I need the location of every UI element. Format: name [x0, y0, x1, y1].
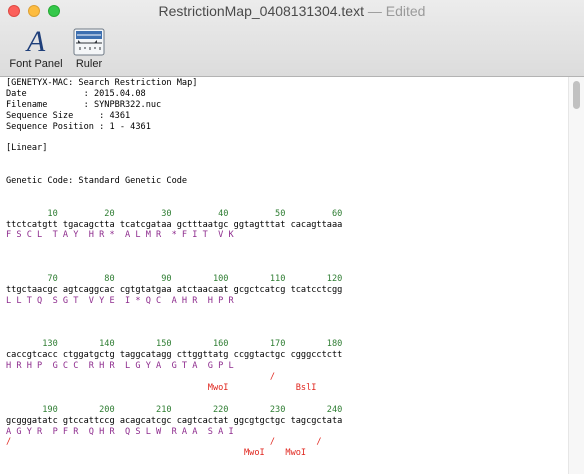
window-title-separator: —	[367, 3, 382, 19]
position-ruler-line: 70 80 90 100 110 120	[6, 274, 343, 285]
position-ruler-line: 10 20 30 40 50 60	[6, 208, 343, 219]
ruler-label: Ruler	[75, 58, 103, 70]
amino-acid-line: F S C L T A Y H R * A L M R * F I T V K	[6, 230, 234, 241]
text-editor-window: RestrictionMap_0408131304.text — Edited …	[0, 0, 584, 474]
text-line	[6, 154, 342, 165]
text-line: Sequence Position : 1 - 4361	[6, 121, 151, 132]
text-line: ttctcatgtt tgacagctta tcatcgataa gctttaa…	[6, 219, 343, 230]
vertical-scrollbar[interactable]	[568, 77, 584, 474]
text-line: [GENETYX-MAC: Search Restriction Map]	[6, 78, 198, 88]
text-line	[6, 252, 342, 263]
text-line: Genetic Code: Standard Genetic Code	[6, 176, 188, 187]
text-line	[6, 328, 342, 339]
text-line	[6, 198, 342, 209]
font-panel-icon: A	[26, 25, 46, 58]
amino-acid-line: A G Y R P F R Q H R Q S L W R A A S A I	[6, 426, 234, 437]
text-line: caccgtcacc ctggatgctg taggcatagg cttggtt…	[6, 350, 343, 361]
text-line: Date : 2015.04.08	[6, 88, 146, 99]
edited-status: Edited	[385, 3, 426, 19]
position-ruler-line: 190 200 210 220 230 240	[6, 404, 343, 415]
text-line: [Linear]	[6, 143, 48, 154]
text-line	[6, 307, 342, 318]
text-line	[6, 165, 342, 176]
font-panel-button[interactable]: A Font Panel	[6, 25, 66, 71]
position-ruler-line: 130 140 150 160 170 180	[6, 339, 343, 350]
text-line	[6, 394, 342, 405]
text-line: Filename : SYNPBR322.nuc	[6, 99, 162, 110]
text-line	[6, 318, 342, 329]
text-line	[6, 263, 342, 274]
ruler-icon	[69, 27, 109, 57]
document-text-area[interactable]: [GENETYX-MAC: Search Restriction Map] Dat…	[0, 77, 568, 474]
text-line	[6, 132, 342, 143]
ruler-button[interactable]: Ruler	[69, 27, 109, 70]
scrollbar-thumb[interactable]	[573, 81, 580, 109]
enzyme-site-line: MwoI BslI	[6, 382, 317, 393]
enzyme-site-line: / / /	[6, 437, 322, 448]
enzyme-site-line: MwoI MwoI	[6, 448, 307, 459]
text-line: ttgctaacgc agtcaggcac cgtgtatgaa atctaac…	[6, 284, 343, 295]
text-line: gcgggatatc gtccattccg acagcatcgc cagtcac…	[6, 415, 343, 426]
window-file-name: RestrictionMap_0408131304.text	[158, 3, 364, 19]
text-line	[6, 241, 342, 252]
text-line	[6, 187, 342, 198]
amino-acid-line: L L T Q S G T V Y E I * Q C A H R H P R	[6, 295, 234, 306]
title-bar: RestrictionMap_0408131304.text — Edited …	[0, 0, 584, 77]
amino-acid-line: H R H P G C C R H R L G Y A G T A G P L	[6, 361, 234, 372]
font-panel-label: Font Panel	[9, 58, 63, 70]
enzyme-site-line: /	[6, 372, 276, 383]
restriction-map-text: [GENETYX-MAC: Search Restriction Map] Dat…	[6, 78, 342, 459]
window-title: RestrictionMap_0408131304.text — Edited	[0, 3, 584, 19]
text-line: Sequence Size : 4361	[6, 110, 131, 121]
